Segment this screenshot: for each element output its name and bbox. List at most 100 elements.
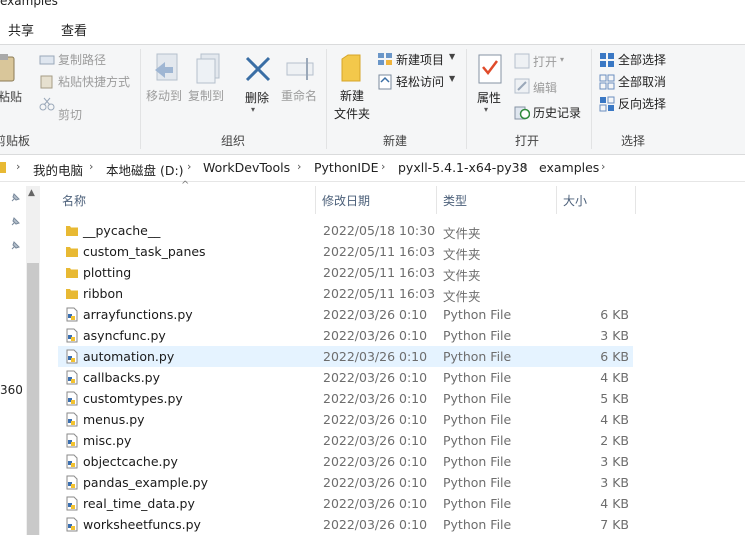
- pin-icon[interactable]: [9, 216, 21, 228]
- delete-button[interactable]: 删除: [245, 89, 269, 106]
- delete-dropdown-icon[interactable]: ▾: [251, 105, 255, 114]
- file-modified-date: 2022/03/26 0:10: [323, 349, 428, 364]
- edit-button[interactable]: 编辑: [533, 79, 557, 96]
- column-divider[interactable]: [315, 186, 316, 214]
- copy-to-icon: [196, 53, 220, 84]
- breadcrumb-item[interactable]: 我的电脑: [33, 160, 83, 179]
- column-header-date[interactable]: 修改日期: [322, 192, 370, 209]
- breadcrumb-item[interactable]: PythonIDE: [314, 160, 379, 175]
- file-name: automation.py: [83, 349, 175, 364]
- open-dropdown-icon[interactable]: ▾: [560, 55, 564, 64]
- easy-access-dropdown-icon[interactable]: ▼: [449, 74, 455, 83]
- file-name: custom_task_panes: [83, 244, 206, 259]
- chevron-right-icon[interactable]: ›: [89, 160, 93, 173]
- breadcrumb-item[interactable]: examples: [539, 160, 599, 175]
- paste-shortcut-button[interactable]: 粘贴快捷方式: [58, 73, 130, 90]
- file-type: Python File: [443, 517, 512, 532]
- column-header-name[interactable]: 名称: [62, 192, 86, 209]
- file-row[interactable]: asyncfunc.py 2022/03/26 0:10 Python File 3 …: [58, 325, 633, 346]
- chevron-right-icon[interactable]: ›: [16, 160, 20, 173]
- file-size: 3 KB: [600, 328, 629, 343]
- paste-icon: [0, 54, 15, 82]
- chevron-right-icon[interactable]: ›: [187, 160, 191, 173]
- column-divider[interactable]: [635, 186, 636, 214]
- file-row[interactable]: worksheetfuncs.py 2022/03/26 0:10 Python F…: [58, 514, 633, 535]
- file-name: worksheetfuncs.py: [83, 517, 201, 532]
- breadcrumb-item[interactable]: pyxll-5.4.1-x64-py38: [398, 160, 528, 175]
- file-row[interactable]: __pycache__ 2022/05/18 10:30 文件夹: [58, 220, 633, 241]
- file-row[interactable]: custom_task_panes 2022/05/11 16:03 文件夹: [58, 241, 633, 262]
- file-size: 5 KB: [600, 391, 629, 406]
- python-file-icon: [66, 391, 78, 406]
- python-file-icon: [66, 349, 78, 364]
- cut-button[interactable]: 剪切: [58, 106, 82, 123]
- easy-access-button[interactable]: 轻松访问: [396, 73, 444, 90]
- copy-path-button[interactable]: 复制路径: [58, 51, 106, 68]
- column-divider[interactable]: [436, 186, 437, 214]
- file-type: Python File: [443, 412, 512, 427]
- select-all-button[interactable]: 全部选择: [618, 51, 666, 68]
- new-item-icon: [378, 53, 392, 65]
- pin-icon[interactable]: [9, 192, 21, 204]
- file-type: Python File: [443, 328, 512, 343]
- select-none-button[interactable]: 全部取消: [618, 73, 666, 90]
- column-header-type[interactable]: 类型: [443, 192, 467, 209]
- breadcrumb-item[interactable]: WorkDevTools: [203, 160, 290, 175]
- file-row[interactable]: menus.py 2022/03/26 0:10 Python File 4 KB: [58, 409, 633, 430]
- rename-icon: [286, 58, 314, 80]
- chevron-right-icon[interactable]: ›: [297, 160, 301, 173]
- new-item-dropdown-icon[interactable]: ▼: [449, 52, 455, 61]
- file-row[interactable]: plotting 2022/05/11 16:03 文件夹: [58, 262, 633, 283]
- history-button[interactable]: 历史记录: [533, 104, 581, 121]
- file-type: Python File: [443, 475, 512, 490]
- python-file-icon: [66, 328, 78, 343]
- chevron-right-icon[interactable]: ›: [601, 160, 605, 173]
- nav-item-label[interactable]: 360: [0, 383, 23, 397]
- invert-selection-button[interactable]: 反向选择: [618, 95, 666, 112]
- python-file-icon: [66, 307, 78, 322]
- new-folder-button-line1[interactable]: 新建: [340, 87, 364, 104]
- rename-button[interactable]: 重命名: [281, 87, 317, 104]
- breadcrumb-item[interactable]: 本地磁盘 (D:): [106, 160, 184, 179]
- file-row[interactable]: misc.py 2022/03/26 0:10 Python File 2 KB: [58, 430, 633, 451]
- file-row[interactable]: pandas_example.py 2022/03/26 0:10 Python F…: [58, 472, 633, 493]
- open-button[interactable]: 打开: [533, 53, 557, 70]
- copy-to-button[interactable]: 复制到: [188, 87, 224, 104]
- sort-ascending-icon: ^: [181, 180, 190, 191]
- chevron-right-icon[interactable]: ›: [381, 160, 385, 173]
- file-row[interactable]: objectcache.py 2022/03/26 0:10 Python File…: [58, 451, 633, 472]
- file-row[interactable]: callbacks.py 2022/03/26 0:10 Python File 4 …: [58, 367, 633, 388]
- python-file-icon: [66, 433, 78, 448]
- tab-share[interactable]: 共享: [8, 20, 34, 39]
- tab-view[interactable]: 查看: [61, 20, 87, 39]
- properties-dropdown-icon[interactable]: ▾: [484, 105, 488, 114]
- new-folder-button-line2[interactable]: 文件夹: [334, 105, 370, 122]
- file-modified-date: 2022/03/26 0:10: [323, 328, 428, 343]
- file-row[interactable]: real_time_data.py 2022/03/26 0:10 Python F…: [58, 493, 633, 514]
- paste-button[interactable]: 粘贴: [0, 88, 22, 105]
- file-size: 4 KB: [600, 370, 629, 385]
- folder-icon: [66, 247, 78, 257]
- column-header-size[interactable]: 大小: [563, 192, 587, 209]
- chevron-right-icon[interactable]: ›: [523, 160, 527, 173]
- pin-icon[interactable]: [9, 240, 21, 252]
- scroll-up-icon[interactable]: ▲: [28, 188, 35, 198]
- file-row[interactable]: automation.py 2022/03/26 0:10 Python File 6…: [58, 346, 633, 367]
- copy-path-icon: [39, 55, 55, 65]
- file-modified-date: 2022/03/26 0:10: [323, 517, 428, 532]
- nav-scrollbar-thumb[interactable]: [27, 263, 39, 535]
- file-size: 3 KB: [600, 454, 629, 469]
- file-row[interactable]: customtypes.py 2022/03/26 0:10 Python File…: [58, 388, 633, 409]
- address-bar[interactable]: › 我的电脑 › 本地磁盘 (D:) › WorkDevTools › Pyth…: [0, 154, 745, 182]
- folder-icon: [66, 268, 78, 278]
- cut-icon: [39, 97, 55, 111]
- move-to-button[interactable]: 移动到: [146, 87, 182, 104]
- file-size: 6 KB: [600, 349, 629, 364]
- file-row[interactable]: arrayfunctions.py 2022/03/26 0:10 Python F…: [58, 304, 633, 325]
- file-row[interactable]: ribbon 2022/05/11 16:03 文件夹: [58, 283, 633, 304]
- properties-button[interactable]: 属性: [477, 89, 501, 106]
- new-item-button[interactable]: 新建项目: [396, 51, 444, 68]
- column-divider[interactable]: [556, 186, 557, 214]
- file-modified-date: 2022/03/26 0:10: [323, 307, 428, 322]
- delete-icon: [245, 56, 271, 82]
